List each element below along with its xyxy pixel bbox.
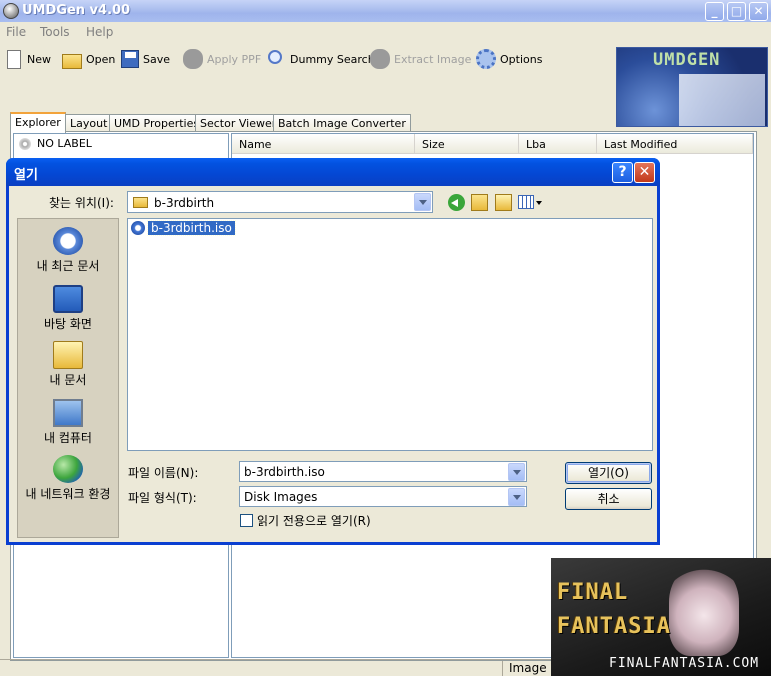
file-name: b-3rdbirth.iso xyxy=(147,220,236,236)
extract-image-icon xyxy=(370,49,390,69)
save-button[interactable]: Save xyxy=(121,47,170,71)
maximize-button[interactable]: □ xyxy=(727,2,746,21)
apply-ppf-icon xyxy=(183,49,203,69)
file-name-value: b-3rdbirth.iso xyxy=(244,465,325,479)
places-bar: 내 최근 문서 바탕 화면 내 문서 내 컴퓨터 내 네트워크 환경 xyxy=(17,218,119,538)
file-name-label: 파일 이름(N): xyxy=(128,466,199,480)
extract-image-button[interactable]: Extract Image xyxy=(370,47,471,71)
place-my-computer-label: 내 컴퓨터 xyxy=(44,431,92,445)
back-icon[interactable] xyxy=(448,194,465,211)
disc-icon xyxy=(19,137,31,150)
status-separator xyxy=(502,661,503,676)
chevron-down-icon[interactable] xyxy=(508,488,525,506)
gear-icon xyxy=(476,49,496,69)
look-in-label: 찾는 위치(I): xyxy=(49,196,114,210)
my-computer-icon xyxy=(53,399,83,427)
open-folder-icon xyxy=(62,53,82,69)
my-documents-icon xyxy=(53,341,83,369)
floppy-disk-icon xyxy=(121,50,139,68)
place-recent[interactable]: 내 최근 문서 xyxy=(18,227,118,274)
menu-bar: File Tools Help xyxy=(0,22,771,42)
list-header: Name Size Lba Last Modified xyxy=(232,134,753,154)
cancel-button[interactable]: 취소 xyxy=(565,488,652,510)
new-button[interactable]: New xyxy=(4,47,51,71)
desktop-icon xyxy=(53,285,83,313)
magnifier-icon xyxy=(268,50,282,64)
read-only-label: 읽기 전용으로 열기(R) xyxy=(257,514,371,528)
tree-root[interactable]: NO LABEL xyxy=(19,137,92,150)
open-label: Open xyxy=(86,52,116,66)
app-icon xyxy=(3,3,19,19)
chevron-down-icon[interactable] xyxy=(414,193,431,211)
place-recent-label: 내 최근 문서 xyxy=(36,259,100,273)
checkbox-box[interactable] xyxy=(240,514,253,527)
dialog-help-button[interactable]: ? xyxy=(612,162,633,183)
watermark-url: FINALFANTASIA.COM xyxy=(609,656,760,671)
menu-file[interactable]: File xyxy=(6,25,26,39)
iso-file-icon xyxy=(131,221,145,235)
anime-character-image xyxy=(669,566,739,656)
save-label: Save xyxy=(143,52,171,66)
new-folder-icon[interactable] xyxy=(495,194,512,211)
extract-image-label: Extract Image xyxy=(394,52,472,66)
place-network[interactable]: 내 네트워크 환경 xyxy=(18,455,118,502)
apply-ppf-label: Apply PPF xyxy=(207,52,262,66)
look-in-value: b-3rdbirth xyxy=(154,196,215,210)
column-size[interactable]: Size xyxy=(415,134,519,154)
options-label: Options xyxy=(500,52,543,66)
dialog-title: 열기 xyxy=(14,168,38,183)
chevron-down-icon[interactable] xyxy=(508,463,525,481)
logo-text: UMDGEN xyxy=(653,50,721,70)
tab-explorer[interactable]: Explorer xyxy=(10,112,66,133)
open-button[interactable]: Open xyxy=(62,47,115,71)
new-label: New xyxy=(27,52,51,66)
toolbar: New Open Save Apply PPF Dummy Search Ext… xyxy=(0,44,610,74)
look-in-dropdown[interactable]: b-3rdbirth xyxy=(127,191,433,213)
dialog-close-button[interactable]: ✕ xyxy=(634,162,655,183)
apply-ppf-button[interactable]: Apply PPF xyxy=(183,47,261,71)
site-watermark: FINAL FANTASIA FINALFANTASIA.COM xyxy=(551,558,771,676)
recent-documents-icon xyxy=(53,227,83,255)
network-places-icon xyxy=(53,455,83,483)
list-item[interactable]: b-3rdbirth.iso xyxy=(131,220,236,236)
options-button[interactable]: Options xyxy=(476,47,542,71)
new-document-icon xyxy=(7,49,21,69)
file-type-value: Disk Images xyxy=(244,490,318,504)
place-my-documents-label: 내 문서 xyxy=(49,373,87,387)
dummy-search-button[interactable]: Dummy Search xyxy=(266,47,375,71)
view-menu-icon[interactable] xyxy=(518,195,534,209)
logo-panel xyxy=(679,74,765,126)
title-bar: UMDGen v4.00 _ □ ✕ xyxy=(0,0,771,22)
watermark-line1: FINAL xyxy=(557,580,629,605)
place-my-computer[interactable]: 내 컴퓨터 xyxy=(18,399,118,446)
menu-help[interactable]: Help xyxy=(86,25,113,39)
folder-icon xyxy=(133,197,148,208)
dialog-title-bar: 열기 ? ✕ xyxy=(6,158,660,186)
place-desktop-label: 바탕 화면 xyxy=(44,317,92,331)
file-type-label: 파일 형식(T): xyxy=(128,491,197,505)
place-desktop[interactable]: 바탕 화면 xyxy=(18,285,118,332)
menu-tools[interactable]: Tools xyxy=(40,25,70,39)
read-only-checkbox[interactable]: 읽기 전용으로 열기(R) xyxy=(240,512,371,529)
umdgen-logo: UMDGEN xyxy=(616,47,768,127)
file-type-dropdown[interactable]: Disk Images xyxy=(239,486,527,507)
window-title: UMDGen v4.00 xyxy=(22,3,131,18)
close-button[interactable]: ✕ xyxy=(749,2,768,21)
place-my-documents[interactable]: 내 문서 xyxy=(18,341,118,388)
place-network-label: 내 네트워크 환경 xyxy=(25,487,111,501)
watermark-line2: FANTASIA xyxy=(557,614,671,639)
view-menu-chevron-icon[interactable] xyxy=(536,201,542,205)
dialog-file-list[interactable]: b-3rdbirth.iso xyxy=(127,218,653,451)
minimize-button[interactable]: _ xyxy=(705,2,724,21)
column-name[interactable]: Name xyxy=(232,134,415,154)
open-file-dialog: 열기 ? ✕ 찾는 위치(I): b-3rdbirth 내 최근 문서 바탕 화… xyxy=(6,158,660,545)
file-name-field[interactable]: b-3rdbirth.iso xyxy=(239,461,527,482)
open-button[interactable]: 열기(O) xyxy=(565,462,652,484)
column-lba[interactable]: Lba xyxy=(519,134,597,154)
column-last-modified[interactable]: Last Modified xyxy=(597,134,753,154)
dummy-search-label: Dummy Search xyxy=(290,52,375,66)
tree-root-label: NO LABEL xyxy=(37,137,92,150)
up-folder-icon[interactable] xyxy=(471,194,488,211)
